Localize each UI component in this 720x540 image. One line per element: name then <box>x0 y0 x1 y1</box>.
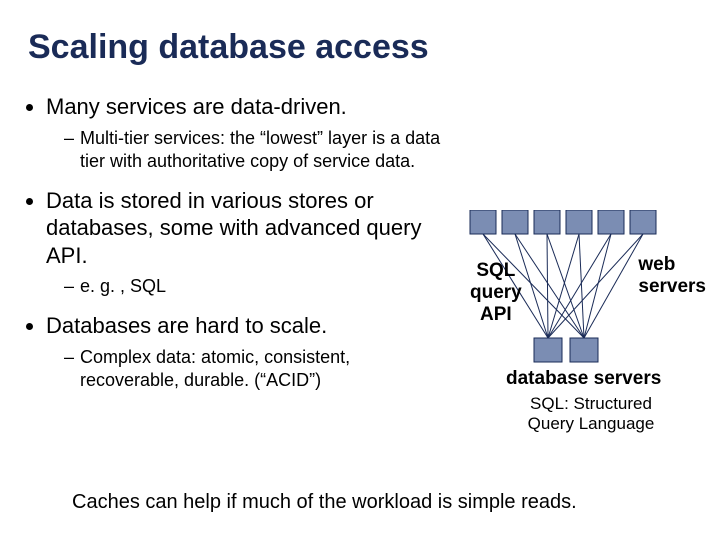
label-web-l1: web <box>638 254 675 275</box>
label-sql-query-api: SQL query API <box>470 260 522 326</box>
bullet-2-sub: e. g. , SQL <box>64 275 448 298</box>
label-sql-l2: query <box>470 282 522 303</box>
bullet-1-text: Many services are data-driven. <box>46 94 347 119</box>
label-acr-l2: Query Language <box>528 414 655 433</box>
label-database-servers: database servers <box>506 368 661 390</box>
bullet-1: Many services are data-driven. Multi-tie… <box>46 93 448 173</box>
bullet-1-sub-1: Multi-tier services: the “lowest” layer … <box>64 127 448 173</box>
label-sql-l1: SQL <box>476 260 515 281</box>
bullet-3-sub: Complex data: atomic, consistent, recove… <box>64 346 448 392</box>
label-acr-l1: SQL: Structured <box>530 394 652 413</box>
bullet-3-text: Databases are hard to scale. <box>46 313 327 338</box>
slide-title: Scaling database access <box>28 28 692 67</box>
bullet-3-sub-1: Complex data: atomic, consistent, recove… <box>64 346 448 392</box>
label-sql-l3: API <box>480 304 512 325</box>
label-web-servers: web servers <box>638 254 706 298</box>
bullet-2: Data is stored in various stores or data… <box>46 187 448 299</box>
bullet-list: Many services are data-driven. Multi-tie… <box>46 93 448 392</box>
bullet-3: Databases are hard to scale. Complex dat… <box>46 312 448 392</box>
bullet-1-sub: Multi-tier services: the “lowest” layer … <box>64 127 448 173</box>
slide: Scaling database access Many services ar… <box>0 0 720 540</box>
bullet-2-text: Data is stored in various stores or data… <box>46 188 421 268</box>
architecture-diagram: SQL query API web servers database serve… <box>440 210 700 410</box>
label-sql-acronym: SQL: Structured Query Language <box>506 394 676 435</box>
bullet-2-sub-1: e. g. , SQL <box>64 275 448 298</box>
label-web-l2: servers <box>638 276 706 297</box>
footer-note: Caches can help if much of the workload … <box>72 491 577 514</box>
text-column: Many services are data-driven. Multi-tie… <box>28 93 448 406</box>
